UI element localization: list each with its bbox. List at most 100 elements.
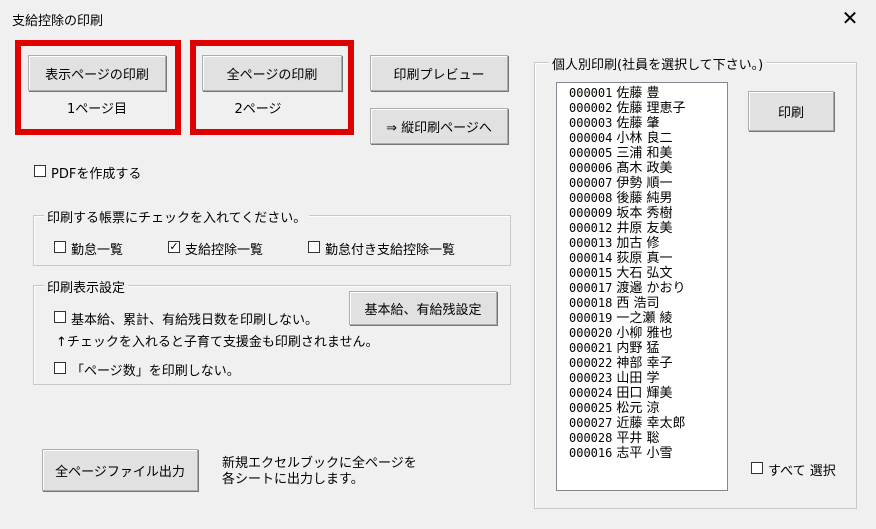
- print-all-pages-button[interactable]: 全ページの印刷: [202, 55, 342, 91]
- no-salary-label: 基本給、累計、有給残日数を印刷しない。: [71, 313, 319, 328]
- print-preview-button[interactable]: 印刷プレビュー: [370, 55, 508, 91]
- employee-code: 000015: [569, 266, 613, 280]
- list-item[interactable]: 000027 近藤 幸太郎: [569, 416, 727, 431]
- employee-code: 000019: [569, 311, 613, 325]
- employee-code: 000012: [569, 221, 613, 235]
- employee-name: 髙木 政美: [616, 161, 673, 176]
- list-item[interactable]: 000019 一之瀬 綾: [569, 311, 727, 326]
- print-display-page-button[interactable]: 表示ページの印刷: [28, 55, 166, 91]
- list-item[interactable]: 000001 佐藤 豊: [569, 86, 727, 101]
- employee-name: 小林 良二: [616, 131, 673, 146]
- employee-name: 井原 友美: [616, 221, 673, 236]
- employee-code: 000003: [569, 116, 613, 130]
- export-all-pages-button[interactable]: 全ページファイル出力: [42, 449, 198, 491]
- employee-code: 000008: [569, 191, 613, 205]
- list-item[interactable]: 000024 田口 輝美: [569, 386, 727, 401]
- list-item[interactable]: 000023 山田 学: [569, 371, 727, 386]
- close-icon[interactable]: ✕: [838, 6, 862, 30]
- employee-code: 000017: [569, 281, 613, 295]
- employee-code: 000022: [569, 356, 613, 370]
- employee-code: 000006: [569, 161, 613, 175]
- list-item[interactable]: 000015 大石 弘文: [569, 266, 727, 281]
- employee-code: 000020: [569, 326, 613, 340]
- select-all-label: すべて 選択: [768, 464, 836, 479]
- employee-code: 000027: [569, 416, 613, 430]
- employee-code: 000001: [569, 86, 613, 100]
- ledger-checkbox-payroll[interactable]: ✓: [168, 241, 180, 253]
- employee-code: 000005: [569, 146, 613, 160]
- employee-name: 一之瀬 綾: [616, 311, 673, 326]
- employee-name: 小柳 雅也: [616, 326, 673, 341]
- childcare-note: ↑チェックを入れると子育て支援金も印刷されません。: [56, 335, 379, 350]
- employee-name: 坂本 秀樹: [616, 206, 673, 221]
- ledger-label-attendance: 勤怠一覧: [71, 243, 124, 258]
- list-item[interactable]: 000025 松元 涼: [569, 401, 727, 416]
- employee-code: 000018: [569, 296, 613, 310]
- ledger-label-attendance-payroll: 勤怠付き支給控除一覧: [325, 243, 456, 258]
- list-item[interactable]: 000009 坂本 秀樹: [569, 206, 727, 221]
- employee-code: 000002: [569, 101, 613, 115]
- list-item[interactable]: 000013 加古 修: [569, 236, 727, 251]
- employee-group-title: 個人別印刷(社員を選択して下さい。): [549, 54, 767, 73]
- list-item[interactable]: 000028 平井 聡: [569, 431, 727, 446]
- employee-name: 西 浩司: [616, 296, 660, 311]
- ledger-checkbox-attendance-payroll[interactable]: [308, 241, 320, 253]
- no-page-number-checkbox[interactable]: [54, 362, 66, 374]
- list-item[interactable]: 000007 伊勢 順一: [569, 176, 727, 191]
- employee-name: 田口 輝美: [616, 386, 673, 401]
- list-item[interactable]: 000022 神部 幸子: [569, 356, 727, 371]
- list-item[interactable]: 000008 後藤 純男: [569, 191, 727, 206]
- ledger-label-payroll: 支給控除一覧: [185, 243, 264, 258]
- employee-name: 伊勢 順一: [616, 176, 673, 191]
- display-page-number: 1ページ目: [66, 102, 127, 117]
- display-settings-title: 印刷表示設定: [44, 277, 129, 296]
- employee-list[interactable]: 000001 佐藤 豊 000002 佐藤 理恵子 000003 佐藤 肇 000004 小林…: [556, 82, 728, 491]
- list-item[interactable]: 000018 西 浩司: [569, 296, 727, 311]
- list-item[interactable]: 000004 小林 良二: [569, 131, 727, 146]
- employee-name: 内野 猛: [616, 341, 660, 356]
- pdf-checkbox[interactable]: [34, 165, 46, 177]
- employee-name: 松元 涼: [616, 401, 660, 416]
- list-item[interactable]: 000002 佐藤 理恵子: [569, 101, 727, 116]
- employee-code: 000024: [569, 386, 613, 400]
- no-page-number-label: 「ページ数」を印刷しない。: [71, 364, 240, 379]
- salary-settings-button[interactable]: 基本給、有給残設定: [349, 291, 497, 325]
- employee-name: 三浦 和美: [616, 146, 673, 161]
- employee-name: 加古 修: [616, 236, 660, 251]
- employee-code: 000009: [569, 206, 613, 220]
- list-item[interactable]: 000020 小柳 雅也: [569, 326, 727, 341]
- list-item[interactable]: 000017 渡邉 かおり: [569, 281, 727, 296]
- window-title: 支給控除の印刷: [12, 14, 104, 29]
- employee-name: 大石 弘文: [616, 266, 673, 281]
- employee-name: 志平 小雪: [616, 446, 673, 461]
- employee-name: 佐藤 豊: [616, 86, 660, 101]
- ledger-checkbox-attendance[interactable]: [54, 241, 66, 253]
- employee-name: 後藤 純男: [616, 191, 673, 206]
- employee-name: 神部 幸子: [616, 356, 673, 371]
- ledger-group-title: 印刷する帳票にチェックを入れてください。: [44, 207, 310, 226]
- employee-code: 000013: [569, 236, 613, 250]
- employee-name: 近藤 幸太郎: [616, 416, 686, 431]
- select-all-checkbox[interactable]: [751, 462, 763, 474]
- all-pages-count: 2ページ: [234, 102, 282, 117]
- employee-code: 000007: [569, 176, 613, 190]
- employee-name: 平井 聡: [616, 431, 660, 446]
- list-item[interactable]: 000005 三浦 和美: [569, 146, 727, 161]
- export-description-line2: 各シートに出力します。: [222, 472, 364, 487]
- pdf-checkbox-label: PDFを作成する: [51, 167, 142, 182]
- list-item[interactable]: 000006 髙木 政美: [569, 161, 727, 176]
- employee-code: 000014: [569, 251, 613, 265]
- employee-code: 000016: [569, 446, 613, 460]
- list-item[interactable]: 000003 佐藤 肇: [569, 116, 727, 131]
- employee-print-button[interactable]: 印刷: [748, 91, 834, 131]
- no-salary-checkbox[interactable]: [54, 311, 66, 323]
- employee-name: 佐藤 肇: [616, 116, 660, 131]
- employee-code: 000023: [569, 371, 613, 385]
- employee-code: 000028: [569, 431, 613, 445]
- list-item[interactable]: 000021 内野 猛: [569, 341, 727, 356]
- list-item[interactable]: 000016 志平 小雪: [569, 446, 727, 461]
- list-item[interactable]: 000012 井原 友美: [569, 221, 727, 236]
- portrait-print-page-button[interactable]: ⇒ 縦印刷ページへ: [370, 108, 508, 144]
- employee-name: 佐藤 理恵子: [616, 101, 686, 116]
- list-item[interactable]: 000014 荻原 真一: [569, 251, 727, 266]
